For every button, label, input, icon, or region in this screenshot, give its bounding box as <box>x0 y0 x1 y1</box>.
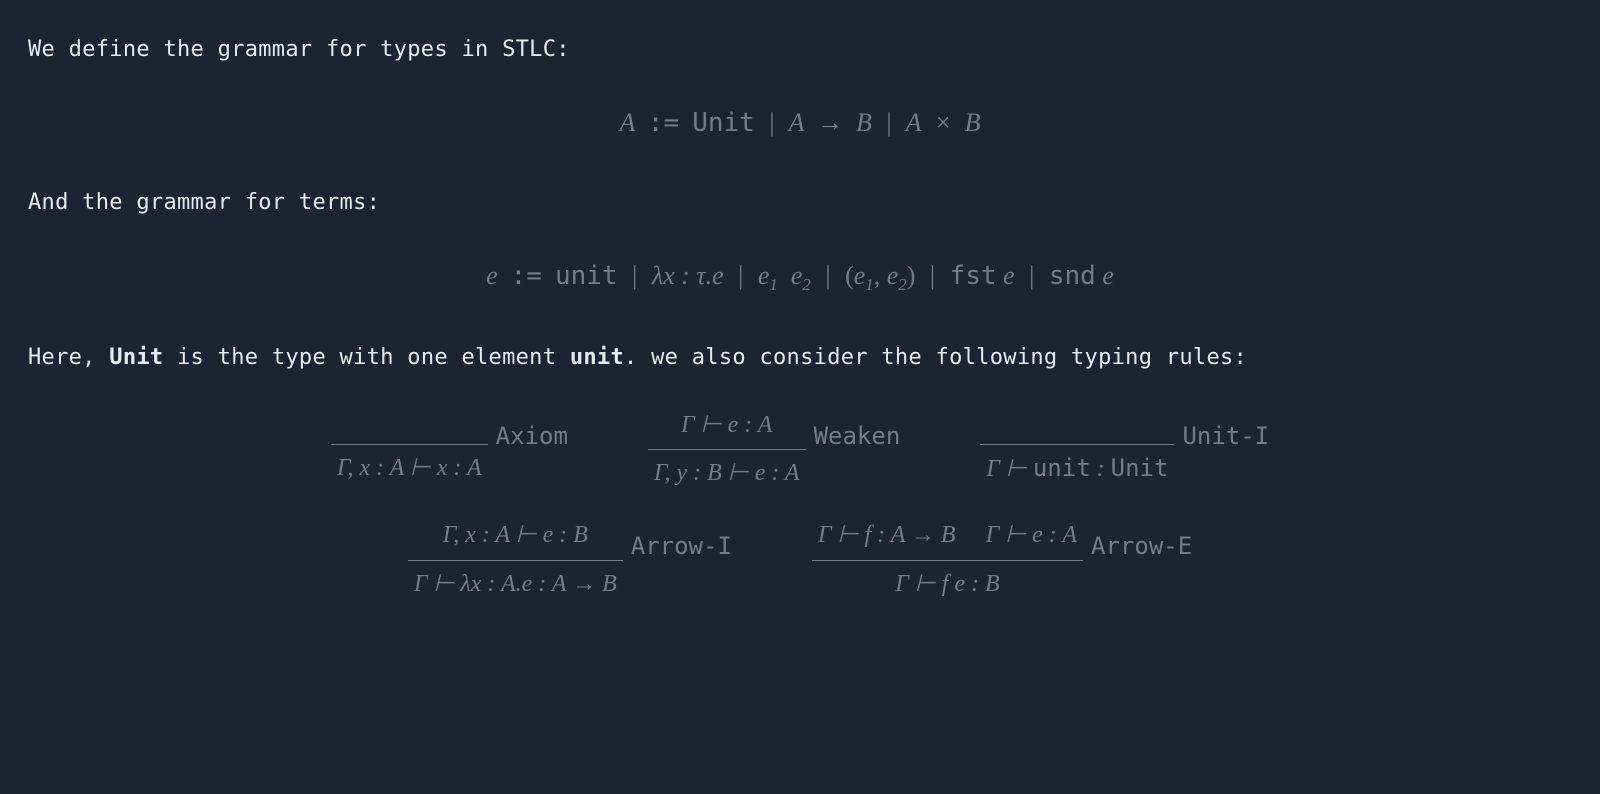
rule-weaken: Γ ⊢ e : A Γ, y : B ⊢ e : A Weaken <box>648 406 900 494</box>
grammar-terms-snd-kw: snd <box>1049 261 1096 291</box>
rule-unit-i-premise <box>1071 411 1083 440</box>
typing-rules: Γ, x : A ⊢ x : A Axiom Γ ⊢ e : A Γ, y : … <box>28 406 1572 604</box>
paragraph-typing-intro: Here, Unit is the type with one element … <box>28 340 1572 376</box>
rule-axiom-premise <box>403 411 415 440</box>
rule-unit-i-conclusion: Γ ⊢ unit : Unit <box>980 449 1174 490</box>
grammar-terms-snd-arg: e <box>1102 261 1114 290</box>
grammar-types-prod-l: A <box>906 108 921 137</box>
para3-unit-type: Unit <box>109 345 163 370</box>
grammar-types-arrow-l: A <box>789 108 804 137</box>
grammar-types-lhs: A <box>619 108 634 137</box>
grammar-terms-fst-kw: fst <box>950 261 997 291</box>
grammar-terms-app: e1 e2 <box>758 261 818 290</box>
para3-pre: Here, <box>28 345 109 370</box>
rule-unit-i: Γ ⊢ unit : Unit Unit-I <box>980 406 1269 494</box>
rule-axiom-conclusion: Γ, x : A ⊢ x : A <box>331 449 488 489</box>
rule-arrow-e-label: Arrow-E <box>1091 516 1192 566</box>
rule-arrow-e: Γ ⊢ f : A → B Γ ⊢ e : A Γ ⊢ f e : B Arro… <box>812 516 1192 604</box>
grammar-terms-op: := <box>511 261 542 291</box>
rule-weaken-premise: Γ ⊢ e : A <box>675 406 778 446</box>
typing-rules-row-2: Γ, x : A ⊢ e : B Γ ⊢ λx : A.e : A → B Ar… <box>28 516 1572 604</box>
grammar-types-unit: Unit <box>692 108 755 138</box>
rule-weaken-conclusion: Γ, y : B ⊢ e : A <box>648 454 806 494</box>
rule-arrow-e-premise-2: Γ ⊢ e : A <box>986 522 1077 548</box>
rule-arrow-i: Γ, x : A ⊢ e : B Γ ⊢ λx : A.e : A → B Ar… <box>408 516 732 604</box>
rule-arrow-e-premise-1: Γ ⊢ f : A → B <box>818 522 956 548</box>
para3-mid: is the type with one element <box>163 345 569 370</box>
rule-arrow-e-premises: Γ ⊢ f : A → B Γ ⊢ e : A <box>812 516 1083 556</box>
document-page: We define the grammar for types in STLC:… <box>0 0 1600 666</box>
paragraph-terms-intro: And the grammar for terms: <box>28 185 1572 221</box>
grammar-terms-unit: unit <box>555 261 618 291</box>
grammar-types-op: := <box>648 108 679 138</box>
rule-arrow-i-label: Arrow-I <box>631 516 732 566</box>
grammar-types: A := Unit | A → B | A × B <box>28 102 1572 145</box>
grammar-types-arrow-r: B <box>856 108 872 137</box>
rule-axiom-label: Axiom <box>496 406 568 456</box>
para3-post: . we also consider the following typing … <box>624 345 1247 370</box>
grammar-types-arrow-sym: → <box>817 108 843 137</box>
rule-arrow-i-conclusion: Γ ⊢ λx : A.e : A → B <box>408 565 623 605</box>
grammar-terms-lambda: λx : τ.e <box>652 261 724 290</box>
rule-weaken-label: Weaken <box>814 406 901 456</box>
rule-arrow-i-premise: Γ, x : A ⊢ e : B <box>437 516 594 556</box>
typing-rules-row-1: Γ, x : A ⊢ x : A Axiom Γ ⊢ e : A Γ, y : … <box>28 406 1572 494</box>
para3-unit-term: unit <box>570 345 624 370</box>
grammar-terms-lhs: e <box>486 261 498 290</box>
grammar-terms: e := unit | λx : τ.e | e1 e2 | (e1, e2) … <box>28 255 1572 299</box>
grammar-types-prod-r: B <box>965 108 981 137</box>
rule-unit-i-label: Unit-I <box>1182 406 1269 456</box>
rule-axiom: Γ, x : A ⊢ x : A Axiom <box>331 406 568 494</box>
grammar-terms-fst-arg: e <box>1003 261 1015 290</box>
grammar-types-prod-sym: × <box>934 108 952 137</box>
rule-arrow-e-conclusion: Γ ⊢ f e : B <box>889 565 1006 605</box>
grammar-terms-pair: (e1, e2) <box>845 261 922 290</box>
paragraph-types-intro: We define the grammar for types in STLC: <box>28 32 1572 68</box>
